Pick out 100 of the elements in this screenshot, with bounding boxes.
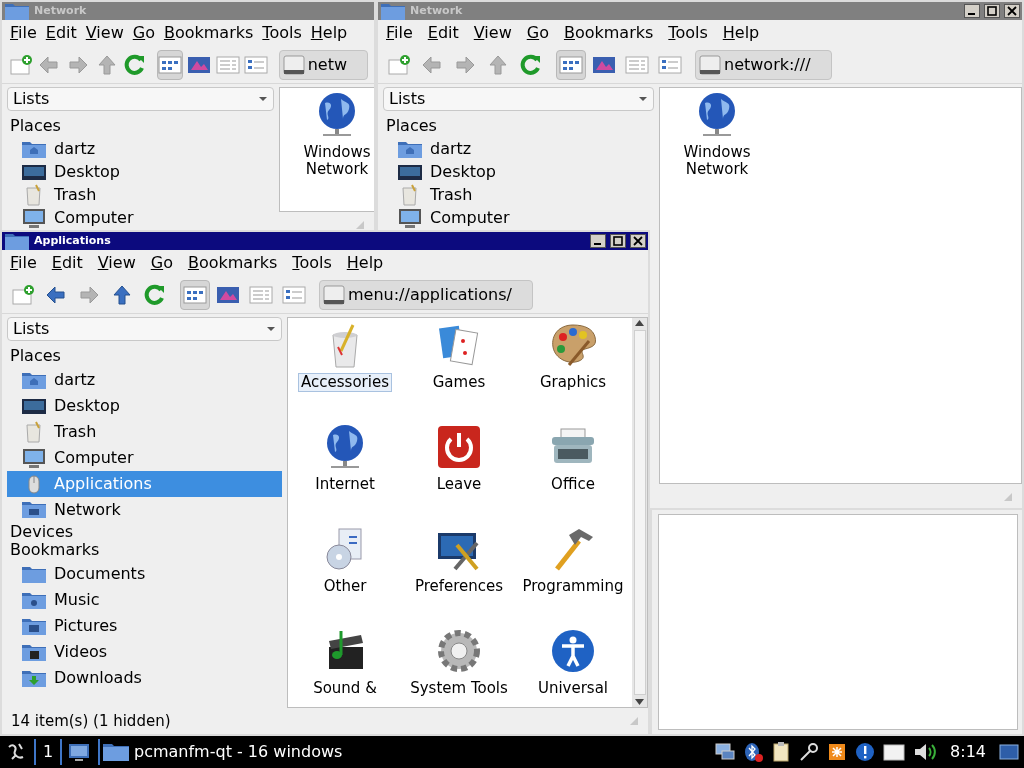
taskbar-button[interactable]: pcmanfm-qt - 16 windows <box>100 736 345 768</box>
info-icon[interactable] <box>854 741 877 763</box>
maximize-button[interactable] <box>984 4 1000 18</box>
scroll-up-icon[interactable] <box>635 320 644 326</box>
up-arrow-icon <box>111 283 133 306</box>
menu-item[interactable]: Bookmarks <box>163 21 254 45</box>
clock: 8:14 <box>949 741 987 763</box>
drive-icon[interactable] <box>882 741 907 763</box>
volume-icon[interactable] <box>912 741 939 763</box>
menu-item[interactable]: Help <box>346 251 384 275</box>
network-folder-icon <box>21 499 47 521</box>
sidebar-item[interactable]: Pictures <box>7 613 282 639</box>
sidebar-item[interactable]: Network <box>7 497 282 523</box>
scrollbar[interactable] <box>632 318 647 707</box>
resize-grip-icon <box>629 716 639 726</box>
location-field[interactable]: netw <box>278 49 369 80</box>
lists-dropdown[interactable]: Lists <box>383 87 654 111</box>
menu-item[interactable]: Tools <box>292 251 332 275</box>
launcher-item[interactable]: Other <box>288 525 402 627</box>
sidebar-heading: Devices <box>9 523 75 541</box>
menu-item[interactable]: Edit <box>45 21 77 45</box>
launcher-item[interactable]: Leave <box>402 423 516 525</box>
close-button[interactable] <box>1004 4 1020 18</box>
sidebar-item[interactable]: dartz <box>7 137 274 160</box>
sidebar-item[interactable]: dartz <box>7 367 282 393</box>
gear-icon <box>435 627 483 675</box>
folder-icon <box>21 668 47 688</box>
launcher-item[interactable]: Office <box>516 423 630 525</box>
launcher-item[interactable]: Games <box>402 321 516 423</box>
sidebar-item[interactable]: dartz <box>383 137 654 160</box>
desktop-switcher[interactable]: 1 <box>36 740 60 764</box>
sidebar-item[interactable]: Documents <box>7 561 282 587</box>
location-field[interactable]: menu://applications/ <box>319 279 533 310</box>
menu-item[interactable]: View <box>473 21 512 45</box>
menu-item[interactable]: View <box>97 251 136 275</box>
launcher-item[interactable]: System Tools <box>402 627 516 729</box>
bluetooth-icon[interactable] <box>742 741 765 763</box>
sidebar-item[interactable]: Desktop <box>383 160 654 183</box>
detail-view-icon <box>244 55 269 74</box>
menu-item[interactable]: View <box>85 21 124 45</box>
sidebar-item[interactable]: Desktop <box>7 393 282 419</box>
menu-item[interactable]: Tools <box>262 21 302 45</box>
sidebar-item[interactable]: Computer <box>383 206 654 229</box>
palette-icon <box>549 321 597 369</box>
location-field[interactable]: network:/// <box>695 49 832 80</box>
launcher-item[interactable]: Universal <box>516 627 630 729</box>
launcher-item[interactable]: Accessories <box>288 321 402 423</box>
sidebar-item[interactable]: Computer <box>7 445 282 471</box>
menu-item[interactable]: Edit <box>51 251 83 275</box>
launcher-item[interactable]: Preferences <box>402 525 516 627</box>
folder-icon <box>21 564 47 584</box>
power-icon <box>435 423 483 471</box>
drive-icon <box>323 283 345 306</box>
network-icon[interactable] <box>714 741 737 763</box>
minimize-button[interactable] <box>964 4 980 18</box>
view-mode-button[interactable] <box>180 279 210 310</box>
sidebar-item[interactable]: Music <box>7 587 282 613</box>
close-icon <box>1007 6 1017 16</box>
sidebar-item[interactable]: Desktop <box>7 160 274 183</box>
menu-item[interactable]: Go <box>526 21 549 45</box>
menu-item[interactable]: Help <box>722 21 760 45</box>
sidebar-item[interactable]: Downloads <box>7 665 282 691</box>
scroll-down-icon[interactable] <box>635 699 644 705</box>
menu-item[interactable]: File <box>386 21 413 45</box>
launcher-item[interactable]: Graphics <box>516 321 630 423</box>
sidebar-item[interactable]: Videos <box>7 639 282 665</box>
minimize-button[interactable] <box>590 234 606 248</box>
folder-icon <box>102 741 130 763</box>
launcher-item[interactable]: Programming <box>516 525 630 627</box>
close-button[interactable] <box>630 234 646 248</box>
launcher-item[interactable]: Internet <box>288 423 402 525</box>
menu-item[interactable]: Tools <box>668 21 708 45</box>
view-mode-button[interactable] <box>157 49 184 80</box>
menu-item[interactable]: File <box>10 21 37 45</box>
icon-view-icon <box>183 285 207 304</box>
maximize-button[interactable] <box>610 234 626 248</box>
new-tab-icon <box>387 53 411 76</box>
lists-dropdown[interactable]: Lists <box>7 87 274 111</box>
lists-dropdown[interactable]: Lists <box>7 317 282 341</box>
menu-item[interactable]: Go <box>150 251 173 275</box>
menu-item[interactable]: Bookmarks <box>563 21 654 45</box>
sidebar-item[interactable]: Trash <box>7 419 282 445</box>
folder-icon <box>380 2 406 21</box>
view-mode-button[interactable] <box>556 49 586 80</box>
menu-item[interactable]: Help <box>310 21 348 45</box>
menu-item[interactable]: Edit <box>427 21 459 45</box>
launcher-item[interactable]: Sound & <box>288 627 402 729</box>
sidebar-item[interactable]: Computer <box>7 206 274 229</box>
launcher-item[interactable]: Windows Network <box>660 91 774 193</box>
sidebar-item[interactable]: Trash <box>383 183 654 206</box>
window-list-icon[interactable] <box>998 741 1020 763</box>
caret-icon <box>266 326 276 332</box>
folder-icon <box>4 232 30 251</box>
menu-item[interactable]: Go <box>132 21 155 45</box>
menu-item[interactable]: Bookmarks <box>187 251 278 275</box>
close-icon <box>633 236 643 246</box>
menu-item[interactable]: File <box>10 251 37 275</box>
sidebar-item[interactable]: Trash <box>7 183 274 206</box>
detail-view-icon <box>282 285 306 304</box>
folder-icon <box>21 590 47 610</box>
